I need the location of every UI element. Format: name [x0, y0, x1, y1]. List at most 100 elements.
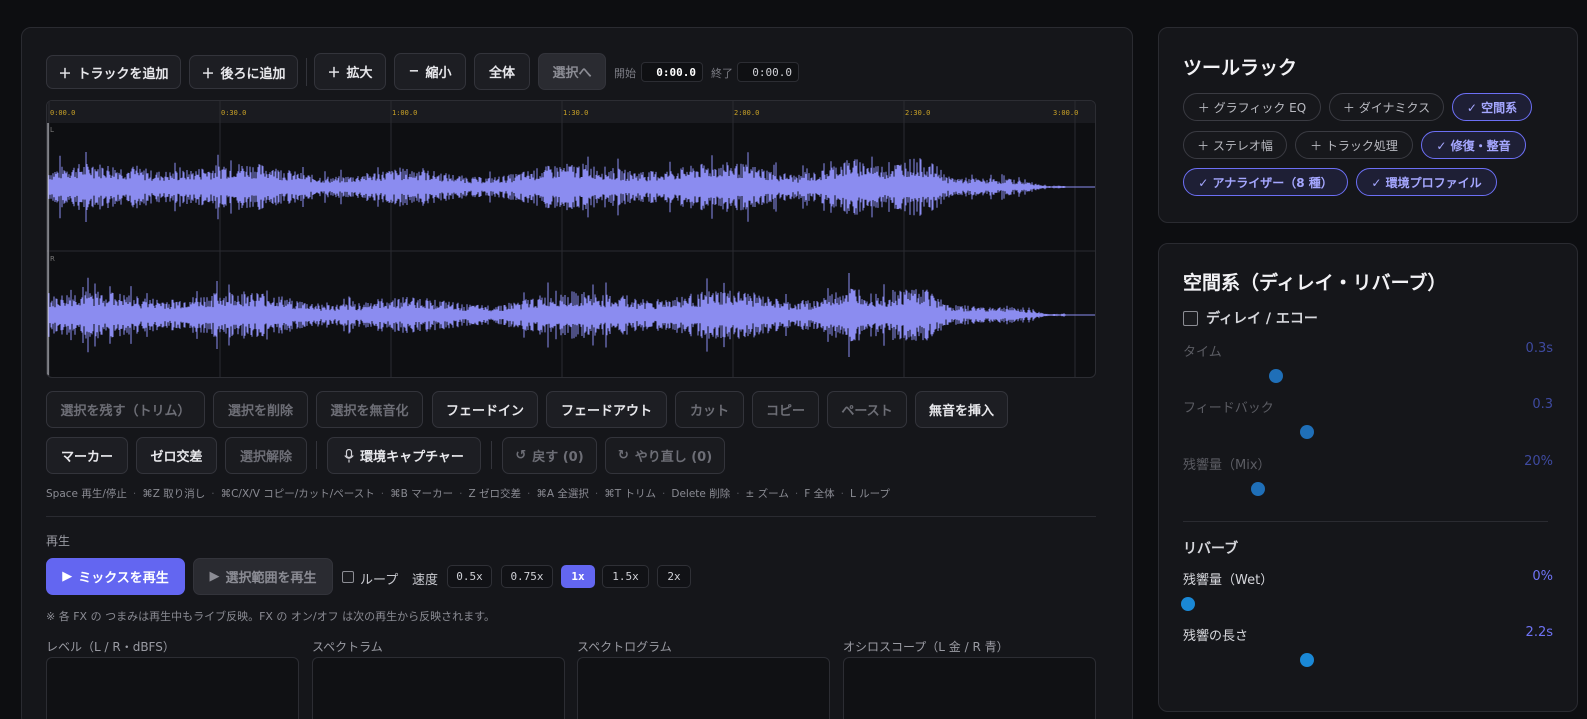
end-time-input[interactable]: 0:00.0 — [737, 62, 799, 82]
speed-option[interactable]: 2x — [657, 565, 691, 588]
chip-repair[interactable]: ✓ 修復・整音 — [1421, 131, 1526, 159]
time-tick-label: 1:00.0 — [392, 109, 417, 117]
tool-rack-title: ツールラック — [1183, 57, 1298, 79]
time-tick-label: 2:30.0 — [905, 109, 930, 117]
plus-icon: ＋ — [201, 66, 215, 82]
delay-time-label: タイム — [1183, 345, 1222, 360]
delay-enable-checkbox[interactable] — [1183, 311, 1198, 326]
spatial-title: 空間系（ディレイ・リバーブ） — [1183, 272, 1447, 294]
time-tick-label: 0:00.0 — [50, 109, 75, 117]
redo-button[interactable]: ↻ やり直し (0) — [605, 437, 725, 474]
edit-divider — [491, 441, 492, 469]
add-track-button[interactable]: ＋トラックを追加 — [46, 55, 181, 89]
redo-icon: ↻ — [617, 448, 629, 463]
chip-track-processing[interactable]: ＋ トラック処理 — [1295, 131, 1413, 159]
spectrum-label: スペクトラム — [312, 640, 383, 654]
waveform-view[interactable]: 0:00.0 0:30.0 1:00.0 1:30.0 2:00.0 2:30.0 3:00… — [46, 100, 1096, 378]
reverb-length-slider[interactable] — [1300, 653, 1314, 667]
waveform-right-channel — [48, 273, 1067, 357]
delay-mix-label: 残響量（Mix） — [1183, 458, 1271, 473]
play-icon: ▶ — [62, 569, 73, 584]
shortcut-hint: F 全体 — [804, 488, 835, 500]
marker-button[interactable]: マーカー — [46, 437, 128, 474]
section-divider — [46, 516, 1096, 517]
chip-stereo-width[interactable]: ＋ ステレオ幅 — [1183, 131, 1287, 159]
play-selection-button[interactable]: ▶ 選択範囲を再生 — [193, 558, 333, 595]
speed-option[interactable]: 0.75x — [501, 565, 553, 588]
shortcut-separator: · — [132, 488, 137, 500]
delay-title: ディレイ / エコー — [1206, 311, 1318, 327]
insert-silence-button[interactable]: 無音を挿入 — [915, 391, 1008, 428]
spatial-fx-panel: 空間系（ディレイ・リバーブ） ディレイ / エコー タイム 0.3s フィードバ… — [1158, 243, 1578, 712]
play-icon: ▶ — [209, 569, 220, 584]
shortcut-hint: Delete 削除 — [671, 488, 731, 500]
speed-option-selected[interactable]: 1x — [561, 565, 595, 588]
end-label: 終了 — [711, 67, 733, 80]
trim-button[interactable]: 選択を残す（トリム） — [46, 391, 205, 428]
speed-option[interactable]: 0.5x — [447, 565, 492, 588]
channel-left-label: L — [50, 126, 54, 134]
shortcut-hint: ⌘Z 取り消し — [142, 488, 206, 500]
zoom-out-button[interactable]: − 縮小 — [394, 53, 466, 90]
delay-time-slider[interactable] — [1268, 369, 1283, 383]
section-divider — [1183, 521, 1548, 522]
add-after-button[interactable]: ＋後ろに追加 — [189, 55, 298, 89]
speed-label: 速度 — [412, 573, 439, 588]
zero-cross-button[interactable]: ゼロ交差 — [136, 437, 217, 474]
reverb-wet-slider[interactable] — [1181, 597, 1195, 611]
delete-selection-button[interactable]: 選択を削除 — [213, 391, 308, 428]
shortcut-separator: · — [594, 488, 599, 500]
start-time-input[interactable]: 0:00.0 — [641, 62, 703, 82]
shortcut-hints: Space 再生/停止 · ⌘Z 取り消し · ⌘C/X/V コピー/カット/ペースト ·… — [46, 486, 890, 501]
shortcut-hint: ⌘T トリム — [604, 488, 657, 500]
env-capture-button[interactable]: 環境キャプチャー — [327, 437, 481, 474]
oscilloscope-label: オシロスコープ（L 金 / R 青） — [843, 640, 1009, 654]
loop-checkbox[interactable] — [342, 571, 354, 583]
cut-button[interactable]: カット — [675, 391, 744, 428]
start-label: 開始 — [614, 67, 636, 80]
shortcut-separator: · — [380, 488, 385, 500]
to-selection-button[interactable]: 選択へ — [538, 53, 606, 90]
delay-mix-slider[interactable] — [1251, 482, 1265, 496]
fade-out-button[interactable]: フェードアウト — [546, 391, 667, 428]
level-meter — [46, 657, 299, 719]
play-mix-button[interactable]: ▶ ミックスを再生 — [46, 558, 185, 595]
microphone-icon — [344, 448, 354, 462]
loop-label: ループ — [360, 573, 399, 588]
delay-feedback-label: フィードバック — [1183, 401, 1274, 416]
delay-feedback-slider[interactable] — [1300, 425, 1314, 439]
chip-spatial[interactable]: ✓ 空間系 — [1452, 93, 1532, 121]
chip-dynamics[interactable]: ＋ ダイナミクス — [1329, 93, 1444, 121]
delay-feedback-value: 0.3 — [1532, 397, 1553, 412]
undo-button[interactable]: ↺ 戻す (0) — [502, 437, 597, 474]
zoom-in-button[interactable]: ＋拡大 — [314, 53, 386, 90]
waveform-left-channel — [48, 152, 1067, 222]
chip-env-profile[interactable]: ✓ 環境プロファイル — [1356, 168, 1497, 196]
shortcut-hint: Z ゼロ交差 — [468, 488, 522, 500]
toolbar-divider — [306, 58, 307, 86]
delay-time-value: 0.3s — [1525, 341, 1553, 356]
deselect-button[interactable]: 選択解除 — [225, 437, 307, 474]
playback-note: ※ 各 FX の つまみは再生中もライブ反映。FX の オン/オフ は次の再生か… — [46, 610, 496, 623]
speed-option[interactable]: 1.5x — [602, 565, 649, 588]
shortcut-separator: · — [840, 488, 844, 500]
chip-analyzer[interactable]: ✓ アナライザー（8 種） — [1183, 168, 1348, 196]
fade-in-button[interactable]: フェードイン — [432, 391, 538, 428]
playback-section-label: 再生 — [46, 534, 71, 548]
time-tick-label: 0:30.0 — [221, 109, 246, 117]
paste-button[interactable]: ペースト — [827, 391, 907, 428]
oscilloscope-view — [843, 657, 1096, 719]
copy-button[interactable]: コピー — [752, 391, 819, 428]
mute-selection-button[interactable]: 選択を無音化 — [316, 391, 423, 428]
fit-all-button[interactable]: 全体 — [474, 53, 530, 90]
chip-graphic-eq[interactable]: ＋ グラフィック EQ — [1183, 93, 1321, 121]
waveform-canvas[interactable]: 0:00.0 0:30.0 1:00.0 1:30.0 2:00.0 2:30.0 3:00… — [47, 101, 1096, 378]
shortcut-separator: · — [211, 488, 215, 500]
reverb-length-label: 残響の長さ — [1183, 629, 1249, 644]
shortcut-separator: · — [736, 488, 740, 500]
shortcut-hint: Space 再生/停止 — [46, 488, 127, 500]
delay-mix-value: 20% — [1524, 454, 1553, 469]
time-tick-label: 2:00.0 — [734, 109, 759, 117]
reverb-length-value: 2.2s — [1525, 625, 1553, 640]
edit-divider — [316, 441, 317, 469]
